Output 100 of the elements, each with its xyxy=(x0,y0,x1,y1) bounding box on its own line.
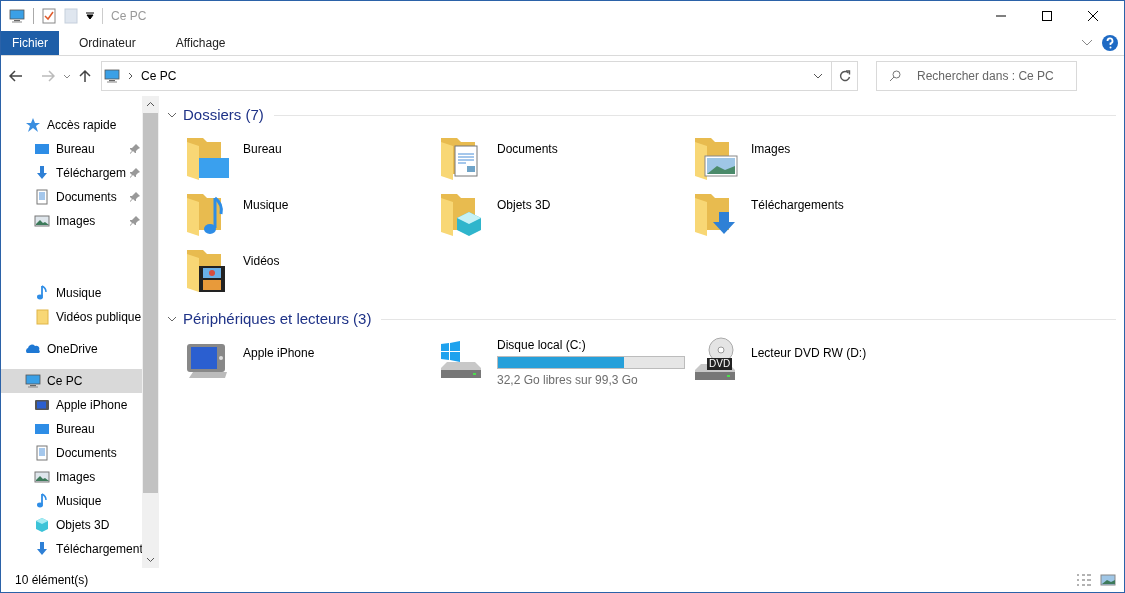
address-path[interactable]: Ce PC xyxy=(141,67,177,85)
item-name: Lecteur DVD RW (D:) xyxy=(751,346,867,360)
computer-icon xyxy=(104,68,120,84)
chevron-down-icon[interactable] xyxy=(167,111,177,119)
address-bar[interactable]: Ce PC xyxy=(101,61,858,91)
details-view-icon[interactable] xyxy=(1076,573,1092,587)
nav-label: Objets 3D xyxy=(56,517,110,534)
computer-icon xyxy=(9,8,25,24)
nav-item[interactable]: Documents xyxy=(1,441,142,465)
item-name: Bureau xyxy=(243,142,282,156)
download-arrow-icon xyxy=(34,165,50,181)
item-count: 10 élément(s) xyxy=(15,572,89,589)
free-space-label: 32,2 Go libres sur 99,3 Go xyxy=(497,372,639,389)
breadcrumb-chevron-icon xyxy=(128,72,133,80)
nav-item[interactable]: Bureau xyxy=(1,417,142,441)
nav-item[interactable]: Objets 3D xyxy=(1,513,142,537)
nav-label: Musique xyxy=(56,493,102,510)
forward-arrow-icon[interactable] xyxy=(41,70,55,82)
item-name: Documents xyxy=(497,142,558,156)
nav-item[interactable]: Vidéos publique xyxy=(1,305,142,329)
nav-item[interactable]: Téléchargement xyxy=(1,537,142,561)
nav-label: Bureau xyxy=(56,141,95,158)
item-tile[interactable]: Vidéos xyxy=(179,244,433,300)
nav-item[interactable]: Musique xyxy=(1,489,142,513)
item-tile[interactable]: DVD Lecteur DVD RW (D:) xyxy=(687,336,941,392)
close-icon xyxy=(1088,11,1098,21)
music-note-icon xyxy=(34,493,50,509)
item-tile[interactable]: Objets 3D xyxy=(433,188,687,244)
star-icon xyxy=(25,117,41,133)
pin-icon[interactable] xyxy=(130,144,140,154)
nav-label: Images xyxy=(56,469,96,486)
item-tile[interactable]: Musique xyxy=(179,188,433,244)
window-title: Ce PC xyxy=(111,8,147,25)
item-tile[interactable]: Disque local (C:) 32,2 Go libres sur 99,3 Go xyxy=(433,336,687,392)
nav-label: Bureau xyxy=(56,421,95,438)
up-arrow-icon[interactable] xyxy=(79,69,91,83)
item-tile[interactable]: Images xyxy=(687,132,941,188)
image-icon xyxy=(34,213,50,229)
search-field[interactable]: Rechercher dans : Ce PC xyxy=(876,61,1077,91)
nav-item[interactable]: OneDrive xyxy=(1,337,142,361)
refresh-icon[interactable] xyxy=(838,70,851,82)
nav-item[interactable]: Bureau xyxy=(1,137,142,161)
tiles-view-icon[interactable] xyxy=(1100,573,1116,587)
chevron-down-icon[interactable] xyxy=(1082,40,1092,46)
image-icon xyxy=(34,469,50,485)
item-tile[interactable]: Apple iPhone xyxy=(179,336,433,392)
nav-label: Documents xyxy=(56,445,117,462)
help-icon[interactable] xyxy=(1102,35,1118,51)
device-icon xyxy=(34,397,50,413)
properties-icon[interactable] xyxy=(42,8,56,24)
item-tile[interactable]: Documents xyxy=(433,132,687,188)
chevron-down-icon[interactable] xyxy=(813,73,823,79)
nav-item[interactable]: Apple iPhone xyxy=(1,393,142,417)
nav-label: Apple iPhone xyxy=(56,397,128,414)
document-icon xyxy=(34,445,50,461)
nav-label: Vidéos publique xyxy=(56,309,142,326)
music-note-icon xyxy=(34,285,50,301)
section-heading[interactable]: Dossiers (7) xyxy=(183,103,264,127)
nav-item[interactable]: Images xyxy=(1,465,142,489)
dropdown-icon[interactable] xyxy=(86,12,94,20)
item-name: Vidéos xyxy=(243,254,280,268)
nav-label: Images xyxy=(56,213,96,230)
desktop-icon xyxy=(34,421,50,437)
nav-item[interactable]: Accès rapide xyxy=(1,113,142,137)
download-arrow-icon xyxy=(34,541,50,557)
nav-item[interactable]: Ce PC xyxy=(1,369,142,393)
nav-item[interactable]: Images xyxy=(1,209,142,233)
nav-label: Ce PC xyxy=(47,373,83,390)
document-icon xyxy=(34,189,50,205)
item-name: Apple iPhone xyxy=(243,346,315,360)
nav-item[interactable]: Téléchargem xyxy=(1,161,142,185)
ribbon-tab[interactable]: Affichage xyxy=(155,31,246,55)
item-tile[interactable]: Téléchargements xyxy=(687,188,941,244)
item-name: Images xyxy=(751,142,791,156)
folder-icon xyxy=(34,309,50,325)
computer-icon xyxy=(25,373,41,389)
item-name: Musique xyxy=(243,198,289,212)
ribbon-tab[interactable]: Fichier xyxy=(1,31,59,55)
pin-icon[interactable] xyxy=(130,216,140,226)
scrollbar[interactable] xyxy=(142,96,159,568)
search-icon xyxy=(889,70,901,82)
pin-icon[interactable] xyxy=(130,168,140,178)
item-name: Objets 3D xyxy=(497,198,551,212)
item-name: Disque local (C:) xyxy=(497,337,587,354)
cube-icon xyxy=(34,517,50,533)
chevron-down-icon[interactable] xyxy=(167,315,177,323)
section-heading[interactable]: Périphériques et lecteurs (3) xyxy=(183,307,372,331)
nav-item[interactable]: Documents xyxy=(1,185,142,209)
dvd-label: DVD xyxy=(707,358,733,370)
back-arrow-icon[interactable] xyxy=(9,70,23,82)
history-chevron-icon[interactable] xyxy=(63,73,71,79)
pin-icon[interactable] xyxy=(130,192,140,202)
nav-label: Téléchargement xyxy=(56,541,142,558)
nav-label: Documents xyxy=(56,189,117,206)
nav-label: Musique xyxy=(56,285,102,302)
nav-item[interactable]: Musique xyxy=(1,281,142,305)
item-tile[interactable]: Bureau xyxy=(179,132,433,188)
nav-label: Téléchargem xyxy=(56,165,127,182)
ribbon-tab[interactable]: Ordinateur xyxy=(59,31,156,55)
nav-label: Accès rapide xyxy=(47,117,117,134)
